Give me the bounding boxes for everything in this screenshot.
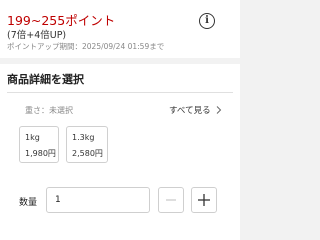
decrease-quantity-button[interactable] <box>158 187 184 213</box>
chevron-right-icon[interactable] <box>216 106 222 114</box>
info-icon[interactable]: i <box>199 13 215 29</box>
increase-quantity-button[interactable] <box>191 187 217 213</box>
option-name: 1.3kg <box>72 133 95 142</box>
points-deadline: ポイントアップ期間：2025/09/24 01:59まで <box>7 42 165 51</box>
option-price: 2,580円 <box>72 149 103 158</box>
option-name: 1kg <box>25 133 40 142</box>
see-all-link[interactable]: すべて見る <box>169 104 211 116</box>
option-1kg[interactable]: 1kg 1,980円 <box>19 126 59 163</box>
minus-icon <box>166 199 176 201</box>
quantity-label: 数量 <box>19 198 38 208</box>
option-1-3kg[interactable]: 1.3kg 2,580円 <box>66 126 108 163</box>
divider <box>7 92 233 93</box>
points-card: 199~255ポイント (7倍+4倍UP) ポイントアップ期間：2025/09/… <box>0 0 240 58</box>
quantity-input[interactable] <box>46 187 150 213</box>
plus-icon <box>198 194 210 206</box>
section-title: 商品詳細を選択 <box>7 73 84 86</box>
option-price: 1,980円 <box>25 149 56 158</box>
points-multiplier: (7倍+4倍UP) <box>7 30 67 41</box>
spec-weight-label: 重さ：未選択 <box>25 106 73 115</box>
